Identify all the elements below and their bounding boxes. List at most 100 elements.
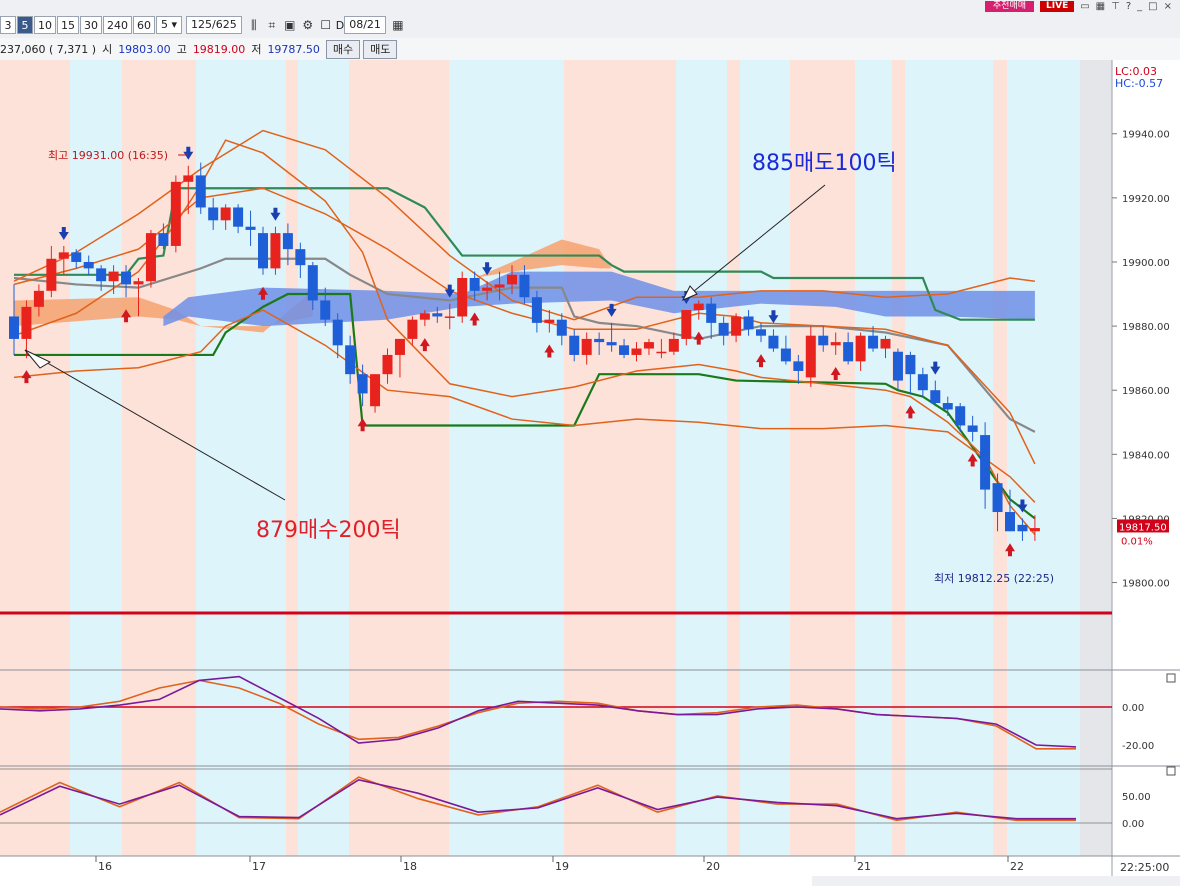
candle-body: [469, 278, 480, 291]
candle-body: [83, 261, 94, 269]
period-3-button[interactable]: 3: [0, 16, 16, 34]
session-band: [298, 60, 349, 856]
buy-annotation: 879매수200틱: [256, 518, 401, 543]
candle-body: [756, 329, 766, 336]
price-chart[interactable]: 0.00 -20.00 50.00 0.00 19940.00 19920.00 1990…: [0, 60, 1180, 876]
candle-body: [1017, 524, 1028, 532]
session-band: [1007, 60, 1080, 856]
candle-body: [780, 348, 791, 362]
candle-body: [656, 351, 667, 354]
session-band: [449, 60, 564, 856]
candle-body: [21, 306, 32, 339]
osc1-tick-label: -20.00: [1122, 741, 1154, 752]
candle-body: [432, 313, 443, 317]
x-tick-label: 19: [555, 860, 569, 873]
grid-icon[interactable]: ▦: [1096, 1, 1105, 12]
link-icon[interactable]: ▭: [1080, 1, 1089, 12]
session-band: [855, 60, 892, 856]
live-badge[interactable]: LIVE: [1040, 0, 1075, 12]
hc-label: HC:-0.57: [1115, 77, 1163, 90]
volume-value: 237,060 ( 7,371 ): [0, 42, 97, 56]
date-checkbox[interactable]: ☐: [318, 17, 334, 33]
candle-body: [220, 207, 231, 221]
y-tick-label: 19840.00: [1122, 450, 1170, 461]
candle-body: [245, 226, 256, 230]
candle-body: [170, 181, 181, 246]
candle-body: [855, 335, 866, 362]
candle-body: [892, 351, 903, 381]
candle-body: [768, 335, 779, 349]
settings-gear-icon[interactable]: ⚙: [300, 17, 316, 33]
candle-body: [121, 271, 132, 285]
save-icon[interactable]: ▣: [282, 17, 298, 33]
period-30-button[interactable]: 30: [80, 16, 102, 34]
candle-body: [145, 233, 156, 282]
recommend-trade-badge[interactable]: 추천매매: [984, 0, 1035, 12]
candle-body: [370, 374, 381, 407]
minimize-icon[interactable]: _: [1137, 1, 1142, 12]
candle-body: [1029, 528, 1040, 532]
period-15-button[interactable]: 15: [57, 16, 79, 34]
candle-body: [980, 435, 991, 490]
candle-type-icon[interactable]: ⫼: [246, 17, 262, 33]
period-60-button[interactable]: 60: [133, 16, 155, 34]
session-band: [70, 60, 122, 856]
period-5-button[interactable]: 5: [17, 16, 33, 34]
x-tick-label: 17: [252, 860, 266, 873]
candle-body: [233, 207, 244, 227]
session-band: [0, 60, 70, 856]
period-10-button[interactable]: 10: [34, 16, 56, 34]
candle-body: [519, 274, 530, 298]
y-tick-label: 19920.00: [1122, 194, 1170, 205]
x-tick-label: 21: [857, 860, 871, 873]
period-240-button[interactable]: 240: [103, 16, 132, 34]
candle-body: [992, 483, 1003, 513]
candle-body: [868, 335, 879, 349]
candle-body: [569, 335, 580, 355]
candle-body: [706, 303, 717, 323]
pin-icon[interactable]: ⊤: [1111, 1, 1120, 12]
panel-close-icon[interactable]: [1166, 673, 1176, 683]
candle-body: [258, 233, 268, 269]
indicator-icon[interactable]: ⌗: [264, 17, 280, 33]
candle-body: [444, 316, 455, 318]
maximize-icon[interactable]: □: [1148, 1, 1157, 12]
session-band: [892, 60, 905, 856]
panel-close-icon[interactable]: [1166, 766, 1176, 776]
candle-body: [295, 249, 306, 266]
candle-body: [71, 252, 82, 262]
period-select[interactable]: 5 ▾: [156, 16, 183, 34]
candle-body: [955, 406, 966, 426]
candle-body: [805, 335, 816, 378]
candle-body: [793, 361, 804, 371]
help-icon[interactable]: ?: [1126, 1, 1131, 12]
candle-body: [332, 319, 343, 346]
calendar-icon[interactable]: ▦: [390, 17, 406, 33]
osc2-tick-label: 50.00: [1122, 792, 1151, 803]
quote-bar: 237,060 ( 7,371 ) 시 19803.00 고 19819.00 …: [0, 38, 1180, 61]
osc1-tick-label: 0.00: [1122, 703, 1144, 714]
open-label: 시: [102, 43, 113, 56]
candle-body: [482, 287, 493, 291]
x-tick-label: 22: [1010, 860, 1024, 873]
candle-body: [345, 345, 356, 375]
count-value: 125: [191, 18, 213, 31]
candle-body: [46, 258, 57, 291]
count-field[interactable]: 125/625: [186, 16, 242, 34]
candle-body: [58, 252, 69, 259]
x-tick-label: 16: [98, 860, 112, 873]
date-checkbox-label: D: [335, 18, 345, 32]
candle-body: [270, 233, 281, 269]
sell-button[interactable]: 매도: [363, 39, 398, 59]
candle-body: [643, 342, 654, 349]
candle-body: [718, 322, 729, 336]
candle-body: [195, 175, 206, 208]
candle-body: [419, 313, 430, 320]
candle-body: [382, 354, 393, 375]
buy-button[interactable]: 매수: [325, 39, 361, 59]
count-total: /625: [212, 18, 237, 31]
bottom-tool-strip[interactable]: [812, 876, 1180, 886]
date-field[interactable]: 08/21: [344, 16, 386, 34]
close-icon[interactable]: ×: [1164, 1, 1172, 12]
candle-body: [967, 425, 978, 432]
